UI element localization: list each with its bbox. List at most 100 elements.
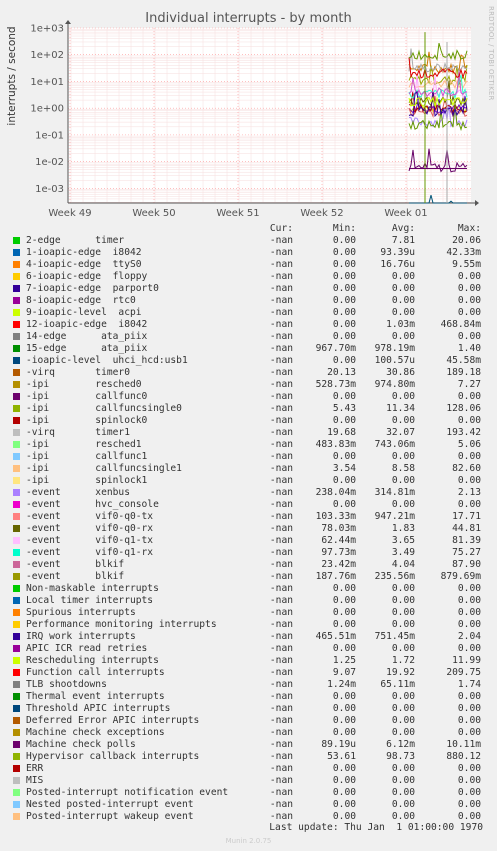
legend-swatch xyxy=(13,525,20,532)
legend-min-value: 1.24m xyxy=(327,679,356,690)
legend-series-name: 15-edge ata_piix xyxy=(26,343,148,354)
legend-max-value: 0.00 xyxy=(457,331,481,342)
legend-row: IRQ work interrupts -nan 465.51m 751.45m 2.0… xyxy=(0,631,497,643)
legend-min-value: 0.00 xyxy=(332,271,356,282)
legend-avg-value: 7.81 xyxy=(391,235,415,246)
legend-series-name: -virq timer1 xyxy=(26,427,130,438)
legend-cur-value: -nan xyxy=(269,283,293,294)
legend-cur-value: -nan xyxy=(269,355,293,366)
legend-min-value: 0.00 xyxy=(332,307,356,318)
legend-avg-value: 0.00 xyxy=(391,703,415,714)
legend-min-value: 78.03m xyxy=(321,523,356,534)
legend-min-value: 0.00 xyxy=(332,319,356,330)
legend-cur-value: -nan xyxy=(269,787,293,798)
legend-max-value: 82.60 xyxy=(452,463,481,474)
legend-swatch xyxy=(13,417,20,424)
legend-avg-value: 0.00 xyxy=(391,583,415,594)
legend-row: 6-ioapic-edge floppy -nan 0.00 0.00 0.00 xyxy=(0,271,497,283)
legend-cur-value: -nan xyxy=(269,679,293,690)
legend-max-value: 0.00 xyxy=(457,415,481,426)
legend-series-name: -event blkif xyxy=(26,571,125,582)
legend-avg-value: 314.81m xyxy=(374,487,415,498)
legend-avg-value: 98.73 xyxy=(386,751,415,762)
legend-swatch xyxy=(13,561,20,568)
legend-cur-value: -nan xyxy=(269,439,293,450)
legend-min-value: 0.00 xyxy=(332,607,356,618)
legend-series-name: -ipi resched1 xyxy=(26,439,142,450)
legend-avg-value: 1.72 xyxy=(391,655,415,666)
legend-min-value: 0.00 xyxy=(332,259,356,270)
legend-series-name: -ipi spinlock0 xyxy=(26,415,148,426)
legend-min-value: 103.33m xyxy=(315,511,356,522)
legend-swatch xyxy=(13,513,20,520)
legend-series-name: Machine check polls xyxy=(26,739,136,750)
legend-cur-value: -nan xyxy=(269,487,293,498)
legend-series-name: ERR xyxy=(26,763,44,774)
legend-max-value: 45.58m xyxy=(446,355,481,366)
legend-row: Function call interrupts -nan 9.07 19.92 209… xyxy=(0,667,497,679)
legend-swatch xyxy=(13,285,20,292)
legend-cur-value: -nan xyxy=(269,379,293,390)
legend-row: Hypervisor callback interrupts -nan 53.61 9… xyxy=(0,751,497,763)
legend-swatch xyxy=(13,489,20,496)
legend-series-name: -virq timer0 xyxy=(26,367,130,378)
legend-max-value: 10.11m xyxy=(446,739,481,750)
legend-row: MIS -nan 0.00 0.00 0.00 xyxy=(0,775,497,787)
legend-cur-value: -nan xyxy=(269,799,293,810)
legend-swatch xyxy=(13,669,20,676)
legend-max-value: 2.04 xyxy=(457,631,481,642)
legend-series-name: -event hvc_console xyxy=(26,499,159,510)
legend-max-value: 0.00 xyxy=(457,763,481,774)
legend-row: 14-edge ata_piix -nan 0.00 0.00 0.00 xyxy=(0,331,497,343)
legend-avg-value: 93.39u xyxy=(380,247,415,258)
legend-cur-value: -nan xyxy=(269,523,293,534)
legend: 2-edge timer -nan 0.00 7.81 20.06 1-ioapic-ed… xyxy=(0,235,497,823)
legend-min-value: 0.00 xyxy=(332,775,356,786)
legend-min-value: 20.13 xyxy=(327,367,356,378)
legend-swatch xyxy=(13,609,20,616)
legend-row: 7-ioapic-edge parport0 -nan 0.00 0.00 0.00 xyxy=(0,283,497,295)
legend-min-value: 0.00 xyxy=(332,703,356,714)
legend-row: Posted-interrupt notification event -nan 0… xyxy=(0,787,497,799)
legend-avg-value: 3.65 xyxy=(391,535,415,546)
legend-max-value: 0.00 xyxy=(457,451,481,462)
legend-min-value: 967.70m xyxy=(315,343,356,354)
legend-avg-value: 0.00 xyxy=(391,715,415,726)
legend-min-value: 0.00 xyxy=(332,451,356,462)
legend-series-name: Rescheduling interrupts xyxy=(26,655,159,666)
y-tick-label: 1e-01 xyxy=(35,130,64,141)
legend-series-name: TLB shootdowns xyxy=(26,679,107,690)
legend-cur-value: -nan xyxy=(269,415,293,426)
legend-series-name: Posted-interrupt wakeup event xyxy=(26,811,194,822)
legend-avg-value: 32.07 xyxy=(386,427,415,438)
legend-swatch xyxy=(13,249,20,256)
legend-min-value: 465.51m xyxy=(315,631,356,642)
legend-avg-value: 0.00 xyxy=(391,271,415,282)
legend-row: Thermal event interrupts -nan 0.00 0.00 0.00 xyxy=(0,691,497,703)
legend-row: Rescheduling interrupts -nan 1.25 1.72 11.99 xyxy=(0,655,497,667)
legend-cur-value: -nan xyxy=(269,499,293,510)
legend-cur-value: -nan xyxy=(269,331,293,342)
legend-series-name: 4-ioapic-edge ttyS0 xyxy=(26,259,142,270)
legend-cur-value: -nan xyxy=(269,667,293,678)
legend-min-value: 187.76m xyxy=(315,571,356,582)
legend-row: -event vif0-q0-rx -nan 78.03m 1.83 44.81 xyxy=(0,523,497,535)
legend-swatch xyxy=(13,549,20,556)
legend-avg-value: 0.00 xyxy=(391,763,415,774)
legend-cur-value: -nan xyxy=(269,643,293,654)
legend-avg-value: 0.00 xyxy=(391,607,415,618)
legend-min-value: 0.00 xyxy=(332,475,356,486)
legend-swatch xyxy=(13,729,20,736)
legend-series-name: Machine check exceptions xyxy=(26,727,165,738)
legend-swatch xyxy=(13,633,20,640)
x-tick-label: Week 49 xyxy=(48,208,91,219)
legend-series-name: APIC ICR read retries xyxy=(26,643,148,654)
legend-min-value: 19.68 xyxy=(327,427,356,438)
legend-swatch xyxy=(13,573,20,580)
legend-max-value: 193.42 xyxy=(446,427,481,438)
legend-avg-value: 0.00 xyxy=(391,691,415,702)
legend-max-value: 0.00 xyxy=(457,703,481,714)
legend-row: -virq timer0 -nan 20.13 30.86 189.18 xyxy=(0,367,497,379)
legend-min-value: 3.54 xyxy=(332,463,356,474)
legend-row: -ipi spinlock0 -nan 0.00 0.00 0.00 xyxy=(0,415,497,427)
